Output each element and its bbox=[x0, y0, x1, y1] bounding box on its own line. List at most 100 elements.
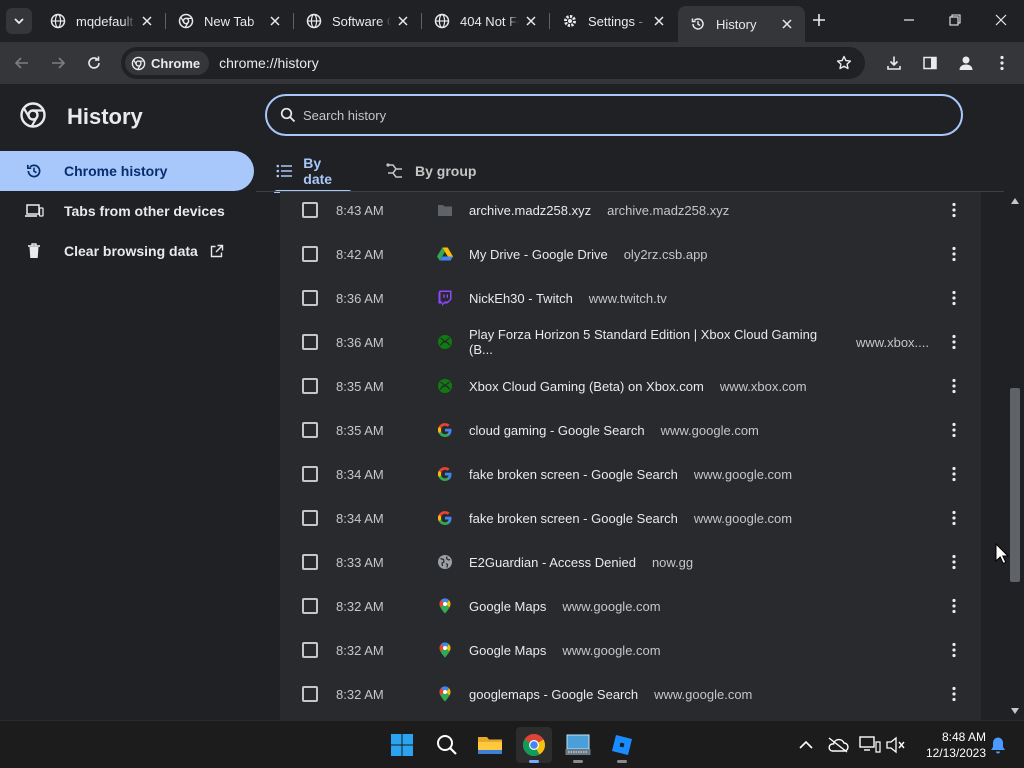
roblox-button[interactable] bbox=[604, 727, 640, 763]
back-button[interactable] bbox=[9, 50, 35, 76]
new-tab-button[interactable] bbox=[808, 9, 830, 31]
history-title-link[interactable]: Google Maps bbox=[469, 599, 546, 614]
history-title-link[interactable]: fake broken screen - Google Search bbox=[469, 511, 678, 526]
forward-button[interactable] bbox=[45, 50, 71, 76]
history-title-link[interactable]: My Drive - Google Drive bbox=[469, 247, 608, 262]
start-button[interactable] bbox=[384, 727, 420, 763]
history-title-link[interactable]: googlemaps - Google Search bbox=[469, 687, 638, 702]
taskbar-clock[interactable]: 8:48 AM 12/13/2023 bbox=[912, 729, 986, 761]
search-history-box[interactable] bbox=[265, 94, 963, 136]
row-more-button[interactable] bbox=[944, 200, 964, 220]
restore-button[interactable] bbox=[932, 0, 978, 40]
history-row[interactable]: 8:34 AM fake broken screen - Google Sear… bbox=[280, 452, 981, 496]
history-title-link[interactable]: Play Forza Horizon 5 Standard Edition | … bbox=[469, 327, 834, 357]
row-checkbox[interactable] bbox=[302, 246, 318, 262]
sidebar-item-other-devices[interactable]: Tabs from other devices bbox=[0, 191, 256, 231]
tab-0[interactable]: mqdefault.jpg bbox=[38, 6, 165, 36]
sidebar-item-clear-data[interactable]: Clear browsing data bbox=[0, 231, 256, 271]
tab-by-date[interactable]: By date bbox=[274, 151, 352, 193]
row-checkbox[interactable] bbox=[302, 422, 318, 438]
site-info-chip[interactable]: Chrome bbox=[125, 51, 210, 75]
scroll-up-icon[interactable] bbox=[1010, 196, 1020, 206]
row-checkbox[interactable] bbox=[302, 642, 318, 658]
url-text[interactable]: chrome://history bbox=[219, 55, 319, 71]
tray-volume-muted[interactable] bbox=[884, 733, 908, 757]
tab-3[interactable]: 404 Not Found bbox=[422, 6, 549, 36]
tab-1[interactable]: New Tab bbox=[166, 6, 293, 36]
history-row[interactable]: 8:32 AM googlemaps - Google Search www.g… bbox=[280, 672, 981, 716]
row-checkbox[interactable] bbox=[302, 378, 318, 394]
history-title-link[interactable]: Google Maps bbox=[469, 643, 546, 658]
scroll-down-icon[interactable] bbox=[1010, 706, 1020, 716]
taskbar-search-button[interactable] bbox=[429, 727, 465, 763]
profile-button[interactable] bbox=[953, 50, 979, 76]
history-row[interactable]: 8:35 AM Xbox Cloud Gaming (Beta) on Xbox… bbox=[280, 364, 981, 408]
show-hidden-icons-button[interactable] bbox=[794, 733, 818, 757]
tray-cloud-offline[interactable] bbox=[826, 733, 850, 757]
reload-button[interactable] bbox=[81, 50, 107, 76]
row-more-button[interactable] bbox=[944, 376, 964, 396]
close-icon[interactable] bbox=[139, 13, 155, 29]
history-title-link[interactable]: fake broken screen - Google Search bbox=[469, 467, 678, 482]
row-checkbox[interactable] bbox=[302, 334, 318, 350]
row-more-button[interactable] bbox=[944, 420, 964, 440]
tab-4[interactable]: Settings - Downloads bbox=[550, 6, 677, 36]
downloads-button[interactable] bbox=[881, 50, 907, 76]
history-title-link[interactable]: E2Guardian - Access Denied bbox=[469, 555, 636, 570]
history-title-link[interactable]: Xbox Cloud Gaming (Beta) on Xbox.com bbox=[469, 379, 704, 394]
history-row[interactable]: 8:43 AM archive.madz258.xyz archive.madz… bbox=[280, 192, 981, 232]
on-screen-keyboard-button[interactable] bbox=[560, 727, 596, 763]
row-more-button[interactable] bbox=[944, 244, 964, 264]
history-row[interactable]: 8:32 AM Google Maps www.google.com bbox=[280, 628, 981, 672]
row-more-button[interactable] bbox=[944, 596, 964, 616]
history-title-link[interactable]: NickEh30 - Twitch bbox=[469, 291, 573, 306]
close-window-button[interactable] bbox=[978, 0, 1024, 40]
row-checkbox[interactable] bbox=[302, 202, 318, 218]
close-icon[interactable] bbox=[267, 13, 283, 29]
row-more-button[interactable] bbox=[944, 508, 964, 528]
history-row[interactable]: 8:36 AM Play Forza Horizon 5 Standard Ed… bbox=[280, 320, 981, 364]
row-checkbox[interactable] bbox=[302, 686, 318, 702]
arrow-right-icon bbox=[52, 57, 66, 69]
side-panel-button[interactable] bbox=[917, 50, 943, 76]
close-icon[interactable] bbox=[779, 16, 795, 32]
history-row[interactable]: 8:36 AM NickEh30 - Twitch www.twitch.tv bbox=[280, 276, 981, 320]
tray-network[interactable] bbox=[858, 733, 882, 757]
tab-search-button[interactable] bbox=[6, 8, 32, 34]
history-title-link[interactable]: archive.madz258.xyz bbox=[469, 203, 591, 218]
history-row[interactable]: 8:32 AM Google Maps www.google.com bbox=[280, 584, 981, 628]
row-more-button[interactable] bbox=[944, 288, 964, 308]
close-icon[interactable] bbox=[523, 13, 539, 29]
row-more-button[interactable] bbox=[944, 332, 964, 352]
row-more-button[interactable] bbox=[944, 552, 964, 572]
chrome-taskbar-button[interactable] bbox=[516, 727, 552, 763]
minimize-button[interactable] bbox=[886, 0, 932, 40]
row-checkbox[interactable] bbox=[302, 466, 318, 482]
notification-button[interactable] bbox=[986, 733, 1010, 757]
row-more-button[interactable] bbox=[944, 640, 964, 660]
row-checkbox[interactable] bbox=[302, 510, 318, 526]
address-bar[interactable]: Chrome chrome://history bbox=[121, 47, 865, 79]
history-row[interactable]: 8:34 AM fake broken screen - Google Sear… bbox=[280, 496, 981, 540]
row-checkbox[interactable] bbox=[302, 290, 318, 306]
sidebar-item-chrome-history[interactable]: Chrome history bbox=[0, 151, 254, 191]
history-row[interactable]: 8:42 AM My Drive - Google Drive oly2rz.c… bbox=[280, 232, 981, 276]
browser-menu-button[interactable] bbox=[989, 50, 1015, 76]
row-checkbox[interactable] bbox=[302, 554, 318, 570]
history-row[interactable]: 8:35 AM cloud gaming - Google Search www… bbox=[280, 408, 981, 452]
bookmark-star-button[interactable] bbox=[833, 52, 855, 74]
row-checkbox[interactable] bbox=[302, 598, 318, 614]
history-row[interactable]: 8:33 AM E2Guardian - Access Denied now.g… bbox=[280, 540, 981, 584]
row-more-button[interactable] bbox=[944, 684, 964, 704]
tab-2[interactable]: Software Center bbox=[294, 6, 421, 36]
close-icon[interactable] bbox=[651, 13, 667, 29]
tab-5[interactable]: History bbox=[678, 6, 805, 42]
search-history-input[interactable] bbox=[303, 107, 961, 123]
page-scrollbar[interactable] bbox=[1006, 192, 1024, 720]
tab-by-group[interactable]: By group bbox=[385, 151, 476, 191]
row-more-button[interactable] bbox=[944, 464, 964, 484]
close-icon[interactable] bbox=[395, 13, 411, 29]
history-title-link[interactable]: cloud gaming - Google Search bbox=[469, 423, 645, 438]
file-explorer-button[interactable] bbox=[472, 727, 508, 763]
scrollbar-thumb[interactable] bbox=[1010, 388, 1020, 582]
